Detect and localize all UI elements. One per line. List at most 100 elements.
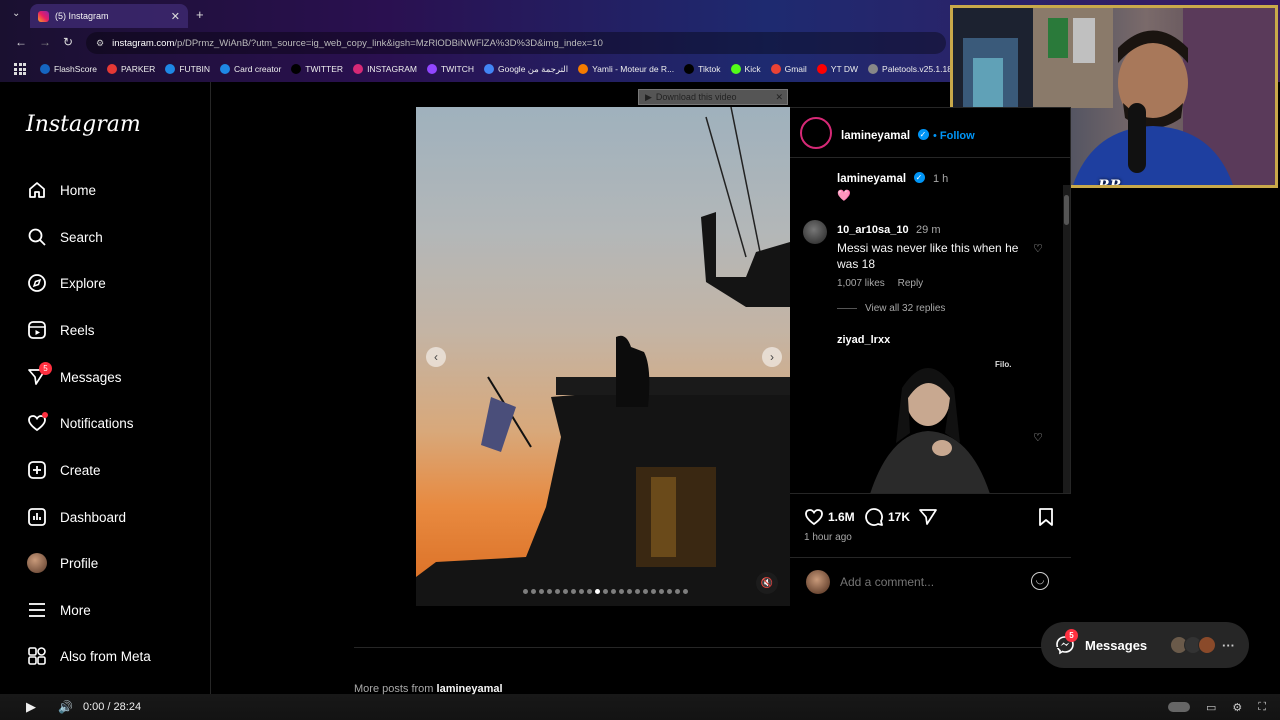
bookmark-favicon-icon	[40, 64, 50, 74]
close-icon[interactable]: ✕	[775, 92, 783, 103]
reply-button[interactable]: Reply	[898, 278, 924, 289]
tab-search-chevron-icon[interactable]: ⌄	[12, 8, 28, 22]
bookmark-item[interactable]: Paletools.v25.1.18	[868, 64, 952, 74]
subtitles-icon[interactable]: ▭	[1206, 701, 1216, 714]
reload-icon[interactable]: ↻	[63, 35, 73, 49]
bookmark-item[interactable]: TWITCH	[426, 64, 474, 74]
nav-explore[interactable]: Explore	[26, 268, 106, 298]
fullscreen-icon[interactable]: ⛶	[1258, 701, 1266, 714]
nav-create[interactable]: Create	[26, 455, 101, 485]
url-host: instagram.com	[112, 37, 175, 49]
bookmark-item[interactable]: Gmail	[770, 64, 807, 74]
avatar	[27, 553, 47, 573]
video-player-controls: ▶ 🔊 0:00 / 28:24 ▭ ⚙ ⛶	[0, 694, 1280, 720]
comment-username[interactable]: ziyad_lrxx	[837, 334, 890, 346]
bookmark-item[interactable]: Card creator	[220, 64, 281, 74]
like-button[interactable]: 1.6M	[804, 507, 855, 527]
bookmark-label: FUTBIN	[179, 64, 211, 74]
carousel-dot	[571, 589, 576, 594]
nav-notifications[interactable]: Notifications	[26, 408, 134, 438]
post-actions: 1.6M 17K 1 hour ago ◡	[790, 493, 1071, 606]
previous-chevron-icon[interactable]: ‹	[426, 347, 446, 367]
mute-icon[interactable]: 🔇	[756, 572, 778, 594]
play-icon[interactable]: ▶	[26, 699, 36, 715]
player-time: 0:00 / 28:24	[82, 701, 142, 713]
bookmark-item[interactable]: Google الترجمة من	[484, 64, 568, 75]
save-button[interactable]	[1037, 507, 1055, 527]
nav-label: Messages	[60, 369, 122, 385]
carousel-dot	[579, 589, 584, 594]
comment-username[interactable]: 10_ar10sa_10	[837, 224, 909, 236]
follow-button[interactable]: Follow	[940, 130, 975, 142]
bookmark-item[interactable]: FUTBIN	[165, 64, 210, 74]
volume-icon[interactable]: 🔊	[58, 700, 73, 714]
instagram-logo[interactable]: Instagram	[26, 112, 141, 137]
close-tab-icon[interactable]: ✕	[171, 10, 180, 23]
bookmark-label: YT DW	[830, 64, 859, 74]
bookmark-label: Tiktok	[698, 64, 721, 74]
comment-time: 29 m	[916, 224, 941, 236]
comment-likes[interactable]: 1,007 likes	[837, 278, 885, 289]
nav-more[interactable]: More	[26, 595, 91, 625]
heart-icon	[805, 509, 823, 526]
author-username[interactable]: lamineyamal	[841, 130, 910, 142]
emoji-icon[interactable]: ◡	[1031, 572, 1049, 590]
bookmark-label: Paletools.v25.1.18	[882, 64, 952, 74]
comments-scrollbar[interactable]	[1063, 185, 1070, 493]
messenger-icon: 5	[26, 362, 52, 388]
carousel-indicator	[523, 589, 688, 594]
author-avatar[interactable]	[800, 117, 832, 149]
download-label: Download this video	[655, 92, 737, 102]
like-comment-heart-icon[interactable]: ♡	[1033, 431, 1043, 444]
browser-tab[interactable]: (5) Instagram ✕	[30, 4, 188, 28]
site-info-icon[interactable]: ⚙	[96, 38, 104, 49]
media-watermark: Filo.	[995, 360, 1012, 369]
settings-gear-icon[interactable]: ⚙	[1232, 701, 1242, 714]
nav-home[interactable]: Home	[26, 175, 96, 205]
bookmark-favicon-icon	[816, 64, 827, 74]
bookmark-item[interactable]: Yamli - Moteur de R...	[578, 64, 674, 74]
address-bar[interactable]: ⚙ instagram.com /p/DPrmz_WiAnB/?utm_sour…	[86, 32, 946, 54]
share-button[interactable]	[918, 507, 938, 527]
view-replies-button[interactable]: View all 32 replies	[837, 303, 945, 314]
messages-label: Messages	[1085, 637, 1148, 653]
nav-also-from-meta[interactable]: Also from Meta	[26, 641, 151, 671]
comment-button[interactable]: 17K	[864, 507, 910, 527]
comment-media-image[interactable]	[850, 353, 1010, 494]
forward-arrow-icon[interactable]: →	[39, 35, 51, 49]
bookmark-item[interactable]: YT DW	[816, 64, 859, 74]
like-comment-heart-icon[interactable]: ♡	[1033, 242, 1043, 255]
nav-dashboard[interactable]: Dashboard	[26, 502, 126, 532]
menu-icon	[26, 599, 48, 621]
notification-dot	[42, 412, 48, 418]
next-chevron-icon[interactable]: ›	[762, 347, 782, 367]
autoplay-toggle[interactable]	[1168, 702, 1191, 712]
more-dots-icon[interactable]: ···	[1222, 638, 1235, 653]
url-path: /p/DPrmz_WiAnB/?utm_source=ig_web_copy_l…	[174, 37, 603, 49]
carousel-dot	[539, 589, 544, 594]
bookmark-item[interactable]: FlashScore	[40, 64, 97, 74]
apps-grid-icon[interactable]	[14, 63, 26, 75]
carousel-dot	[667, 589, 672, 594]
download-video-bar[interactable]: ▶ Download this video ✕	[638, 89, 788, 105]
nav-profile[interactable]: Profile	[26, 548, 98, 578]
nav-search[interactable]: Search	[26, 222, 103, 252]
nav-label: Search	[60, 229, 103, 245]
post-media[interactable]: ‹ › 🔇	[416, 107, 790, 606]
bookmark-item[interactable]: PARKER	[107, 64, 155, 74]
nav-label: Explore	[60, 275, 106, 291]
messages-floating-button[interactable]: 5 Messages ···	[1041, 622, 1249, 668]
bookmark-item[interactable]: TWITTER	[291, 64, 343, 74]
back-arrow-icon[interactable]: ←	[15, 35, 27, 49]
carousel-dot	[563, 589, 568, 594]
caption-username[interactable]: lamineyamal	[837, 173, 906, 185]
bookmark-favicon-icon	[220, 64, 231, 74]
bookmark-item[interactable]: Kick	[730, 64, 761, 74]
bookmark-item[interactable]: INSTAGRAM	[353, 64, 417, 74]
nav-reels[interactable]: Reels	[26, 315, 95, 345]
bookmark-item[interactable]: Tiktok	[684, 64, 721, 74]
new-tab-button[interactable]: +	[196, 7, 204, 22]
comment-avatar[interactable]	[803, 220, 827, 244]
add-comment-input[interactable]	[840, 572, 1020, 592]
nav-messages[interactable]: 5 Messages	[26, 362, 122, 392]
